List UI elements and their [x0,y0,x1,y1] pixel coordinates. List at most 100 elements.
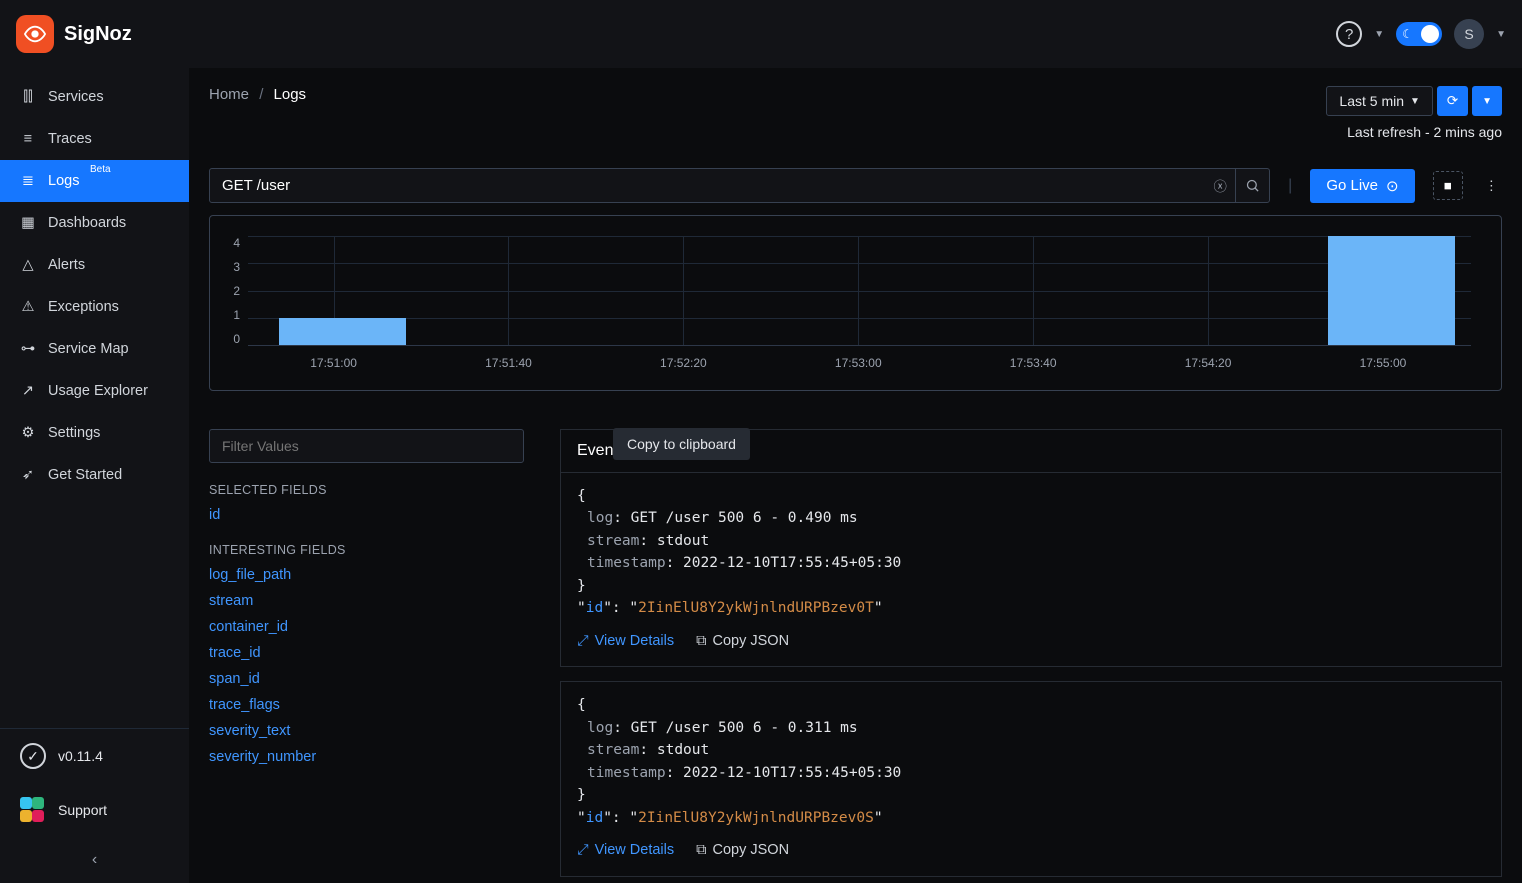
sidebar-item-label: Alerts [48,257,85,273]
sidebar-item-label: Service Map [48,341,129,357]
sidebar-item-traces[interactable]: ≡Traces [0,118,189,160]
sidebar-item-exceptions[interactable]: ⚠Exceptions [0,286,189,328]
chevron-down-icon[interactable]: ▼ [1374,29,1384,40]
stop-button[interactable]: ■ [1433,171,1463,200]
time-range-label: Last 5 min [1339,93,1404,109]
x-tick: 17:51:00 [310,356,357,370]
breadcrumb: Home / Logs [209,86,306,103]
x-axis: 17:51:00 17:51:40 17:52:20 17:53:00 17:5… [248,356,1471,372]
moon-icon: ☾ [1402,27,1413,41]
chevron-down-icon: ▼ [1410,96,1420,107]
copy-tooltip: Copy to clipboard [613,428,750,460]
brand-logo[interactable]: SigNoz [16,15,132,53]
stop-icon: ■ [1444,178,1452,193]
sidebar-item-label: Get Started [48,467,122,483]
histogram-bar[interactable] [1328,236,1455,345]
beta-badge: Beta [90,164,111,175]
avatar-initial: S [1464,26,1473,42]
logs-icon: ≣ [20,173,36,189]
collapse-sidebar-button[interactable]: ‹ [0,837,189,883]
y-tick: 3 [220,260,240,274]
go-live-button[interactable]: Go Live ⊙ [1310,169,1414,203]
y-tick: 0 [220,332,240,346]
brand-name: SigNoz [64,23,132,46]
sidebar-item-label: Traces [48,131,92,147]
play-circle-icon: ⊙ [1386,177,1399,195]
avatar[interactable]: S [1454,19,1484,49]
sidebar-item-services[interactable]: ⫿⫿ Services [0,76,189,118]
copy-json-link[interactable]: ⧉Copy JSON [696,630,789,652]
expand-icon: ⤢ [577,839,589,861]
version-row: ✓ v0.11.4 [0,729,189,783]
selected-fields-header: SELECTED FIELDS [209,483,524,497]
x-tick: 17:52:20 [660,356,707,370]
x-tick: 17:55:00 [1360,356,1407,370]
copy-icon: ⧉ [696,839,706,861]
field-link[interactable]: stream [209,593,524,609]
field-link[interactable]: trace_id [209,645,524,661]
help-icon[interactable]: ? [1336,21,1362,47]
field-link[interactable]: severity_number [209,749,524,765]
log-entry[interactable]: { log: GET /user 500 6 - 0.311 ms stream… [560,681,1502,876]
field-link[interactable]: container_id [209,619,524,635]
refresh-button[interactable]: ⟳ [1437,86,1468,116]
support-label: Support [58,802,107,818]
x-tick: 17:51:40 [485,356,532,370]
field-link[interactable]: log_file_path [209,567,524,583]
sidebar-item-alerts[interactable]: △ Alerts [0,244,189,286]
eye-icon [16,15,54,53]
breadcrumb-separator: / [259,86,263,103]
header-actions: ? ▼ ☾ S ▼ [1336,19,1506,49]
sidebar-item-label: Usage Explorer [48,383,148,399]
view-details-link[interactable]: ⤢View Details [577,630,674,652]
version-text: v0.11.4 [58,748,103,764]
last-refresh-text: Last refresh - 2 mins ago [1326,124,1502,140]
more-options-button[interactable]: ⋮ [1481,178,1502,194]
x-tick: 17:53:00 [835,356,882,370]
filter-values-input[interactable] [209,429,524,463]
breadcrumb-home[interactable]: Home [209,86,249,103]
check-circle-icon: ✓ [20,743,46,769]
copy-json-link[interactable]: ⧉Copy JSON [696,839,789,861]
sidebar-item-usage-explorer[interactable]: ↗Usage Explorer [0,370,189,412]
clear-search-button[interactable]: ⓧ [1205,169,1235,202]
x-tick: 17:53:40 [1010,356,1057,370]
sidebar-item-label: Services [48,89,104,105]
sidebar-nav: ⫿⫿ Services ≡Traces ≣LogsBeta ▦Dashboards… [0,68,189,728]
histogram-bar[interactable] [279,318,406,345]
view-details-link[interactable]: ⤢View Details [577,839,674,861]
x-tick: 17:54:20 [1185,356,1232,370]
warning-icon: ⚠ [20,299,36,315]
field-link[interactable]: trace_flags [209,697,524,713]
field-link[interactable]: severity_text [209,723,524,739]
sidebar-item-logs[interactable]: ≣LogsBeta [0,160,189,202]
close-circle-icon: ⓧ [1214,176,1227,195]
search-input[interactable] [210,169,1205,202]
plot-area[interactable] [248,236,1471,346]
sidebar-item-dashboards[interactable]: ▦Dashboards [0,202,189,244]
bell-icon: △ [20,257,36,273]
support-link[interactable]: Support [0,783,189,837]
y-axis: 4 3 2 1 0 [220,236,240,346]
event-header-label: Event [577,442,618,459]
sidebar-bottom: ✓ v0.11.4 Support ‹ [0,728,189,883]
theme-toggle[interactable]: ☾ [1396,22,1442,46]
histogram-chart: 4 3 2 1 0 17:51:00 17:51:40 17:52:20 17:… [209,215,1502,391]
search-button[interactable] [1235,169,1269,202]
sidebar-item-get-started[interactable]: ➶Get Started [0,454,189,496]
go-live-label: Go Live [1326,177,1378,194]
sidebar: ⫿⫿ Services ≡Traces ≣LogsBeta ▦Dashboards… [0,68,189,883]
field-link[interactable]: id [209,507,524,523]
field-link[interactable]: span_id [209,671,524,687]
y-tick: 4 [220,236,240,250]
log-entry[interactable]: { log: GET /user 500 6 - 0.490 ms stream… [560,472,1502,667]
sidebar-item-label: Dashboards [48,215,126,231]
refresh-options-button[interactable]: ▼ [1472,86,1502,116]
y-tick: 1 [220,308,240,322]
gear-icon: ⚙ [20,425,36,441]
bar-chart-icon: ⫿⫿ [20,89,36,105]
time-range-select[interactable]: Last 5 min ▼ [1326,86,1433,116]
sidebar-item-service-map[interactable]: ⊶Service Map [0,328,189,370]
chevron-down-icon[interactable]: ▼ [1496,29,1506,40]
sidebar-item-settings[interactable]: ⚙Settings [0,412,189,454]
